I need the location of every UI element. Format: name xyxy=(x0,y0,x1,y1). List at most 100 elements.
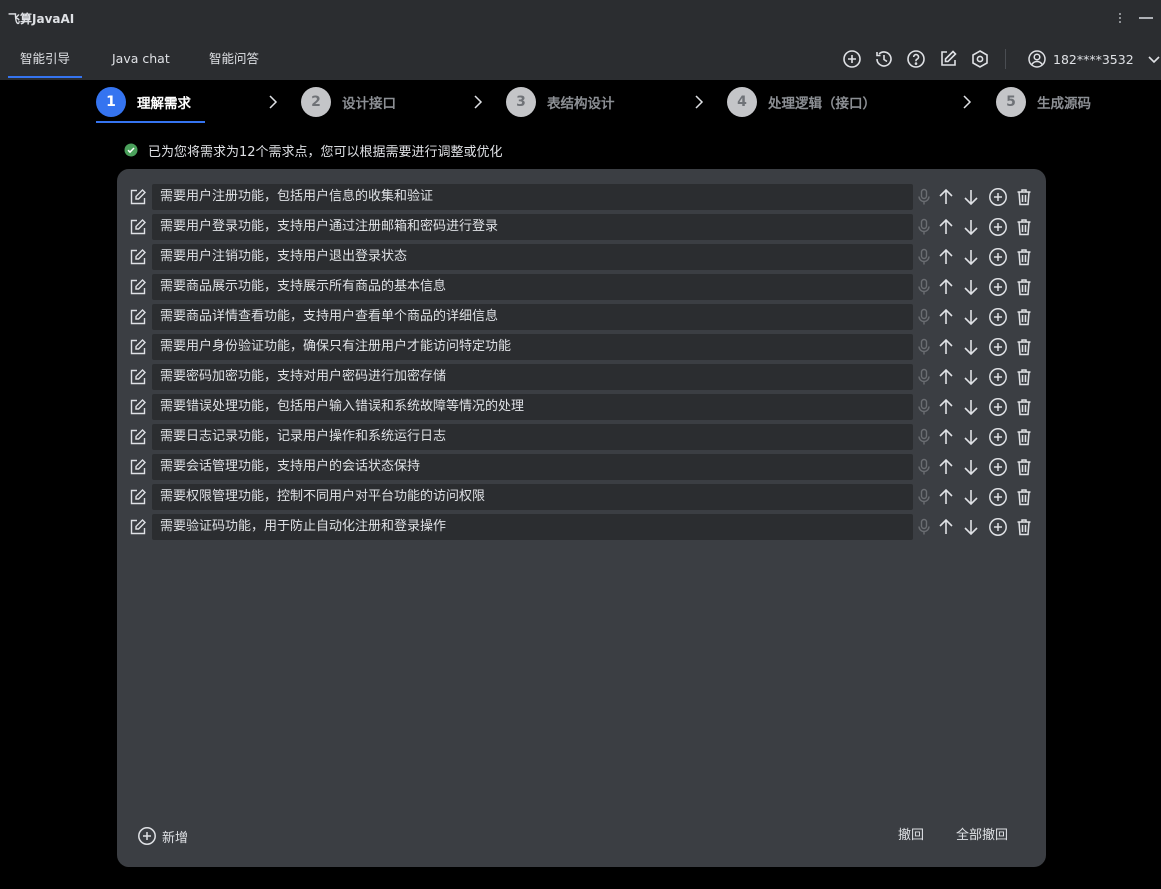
insert-row-icon[interactable] xyxy=(988,487,1008,507)
delete-icon[interactable] xyxy=(1014,187,1034,207)
delete-icon[interactable] xyxy=(1014,247,1034,267)
move-up-icon[interactable] xyxy=(936,457,956,477)
move-down-icon[interactable] xyxy=(961,367,981,387)
edit-icon[interactable] xyxy=(129,428,147,446)
microphone-icon[interactable] xyxy=(914,337,934,357)
move-up-icon[interactable] xyxy=(936,427,956,447)
history-icon[interactable] xyxy=(873,48,895,70)
delete-icon[interactable] xyxy=(1014,337,1034,357)
microphone-icon[interactable] xyxy=(914,277,934,297)
microphone-icon[interactable] xyxy=(914,457,934,477)
edit-icon[interactable] xyxy=(937,48,959,70)
tab-smart-guide[interactable]: 智能引导 xyxy=(7,38,83,80)
microphone-icon[interactable] xyxy=(914,187,934,207)
edit-icon[interactable] xyxy=(129,518,147,536)
edit-icon[interactable] xyxy=(129,278,147,296)
move-up-icon[interactable] xyxy=(936,217,956,237)
edit-icon[interactable] xyxy=(129,398,147,416)
requirement-text-field[interactable]: 需要用户登录功能，支持用户通过注册邮箱和密码进行登录 xyxy=(152,214,913,240)
microphone-icon[interactable] xyxy=(914,427,934,447)
move-down-icon[interactable] xyxy=(961,247,981,267)
delete-icon[interactable] xyxy=(1014,487,1034,507)
move-down-icon[interactable] xyxy=(961,457,981,477)
requirement-text-field[interactable]: 需要验证码功能，用于防止自动化注册和登录操作 xyxy=(152,514,913,540)
insert-row-icon[interactable] xyxy=(988,247,1008,267)
insert-row-icon[interactable] xyxy=(988,427,1008,447)
delete-icon[interactable] xyxy=(1014,517,1034,537)
microphone-icon[interactable] xyxy=(914,307,934,327)
undo-all-button[interactable]: 全部撤回 xyxy=(956,826,1008,846)
move-down-icon[interactable] xyxy=(961,217,981,237)
delete-icon[interactable] xyxy=(1014,397,1034,417)
move-up-icon[interactable] xyxy=(936,487,956,507)
requirement-text-field[interactable]: 需要用户注册功能，包括用户信息的收集和验证 xyxy=(152,184,913,210)
minimize-icon[interactable] xyxy=(1139,17,1153,19)
tab-smart-qa[interactable]: 智能问答 xyxy=(209,38,259,80)
microphone-icon[interactable] xyxy=(914,247,934,267)
insert-row-icon[interactable] xyxy=(988,277,1008,297)
requirement-text-field[interactable]: 需要商品展示功能，支持展示所有商品的基本信息 xyxy=(152,274,913,300)
requirement-text-field[interactable]: 需要错误处理功能，包括用户输入错误和系统故障等情况的处理 xyxy=(152,394,913,420)
edit-icon[interactable] xyxy=(129,338,147,356)
move-up-icon[interactable] xyxy=(936,517,956,537)
move-down-icon[interactable] xyxy=(961,427,981,447)
move-down-icon[interactable] xyxy=(961,397,981,417)
edit-icon[interactable] xyxy=(129,368,147,386)
requirement-text-field[interactable]: 需要用户身份验证功能，确保只有注册用户才能访问特定功能 xyxy=(152,334,913,360)
new-session-icon[interactable] xyxy=(841,48,863,70)
insert-row-icon[interactable] xyxy=(988,397,1008,417)
edit-icon[interactable] xyxy=(129,488,147,506)
add-requirement-button[interactable]: 新增 xyxy=(137,825,188,847)
insert-row-icon[interactable] xyxy=(988,517,1008,537)
move-down-icon[interactable] xyxy=(961,337,981,357)
insert-row-icon[interactable] xyxy=(988,457,1008,477)
move-down-icon[interactable] xyxy=(961,517,981,537)
edit-icon[interactable] xyxy=(129,458,147,476)
edit-icon[interactable] xyxy=(129,188,147,206)
step-processing-logic[interactable]: 4 处理逻辑（接口） xyxy=(727,86,876,118)
insert-row-icon[interactable] xyxy=(988,217,1008,237)
move-down-icon[interactable] xyxy=(961,487,981,507)
step-generate-source[interactable]: 5 生成源码 xyxy=(996,86,1091,118)
move-up-icon[interactable] xyxy=(936,247,956,267)
microphone-icon[interactable] xyxy=(914,487,934,507)
move-up-icon[interactable] xyxy=(936,277,956,297)
microphone-icon[interactable] xyxy=(914,367,934,387)
step-table-design[interactable]: 3 表结构设计 xyxy=(506,86,615,118)
insert-row-icon[interactable] xyxy=(988,307,1008,327)
step-understand-requirements[interactable]: 1 理解需求 xyxy=(96,86,191,118)
edit-icon[interactable] xyxy=(129,248,147,266)
requirement-text-field[interactable]: 需要用户注销功能，支持用户退出登录状态 xyxy=(152,244,913,270)
microphone-icon[interactable] xyxy=(914,517,934,537)
move-up-icon[interactable] xyxy=(936,367,956,387)
requirement-text-field[interactable]: 需要会话管理功能，支持用户的会话状态保持 xyxy=(152,454,913,480)
microphone-icon[interactable] xyxy=(914,397,934,417)
delete-icon[interactable] xyxy=(1014,427,1034,447)
requirement-text-field[interactable]: 需要密码加密功能，支持对用户密码进行加密存储 xyxy=(152,364,913,390)
step-design-interface[interactable]: 2 设计接口 xyxy=(301,86,396,118)
move-up-icon[interactable] xyxy=(936,397,956,417)
move-up-icon[interactable] xyxy=(936,307,956,327)
insert-row-icon[interactable] xyxy=(988,367,1008,387)
insert-row-icon[interactable] xyxy=(988,187,1008,207)
delete-icon[interactable] xyxy=(1014,277,1034,297)
delete-icon[interactable] xyxy=(1014,367,1034,387)
requirement-text-field[interactable]: 需要日志记录功能，记录用户操作和系统运行日志 xyxy=(152,424,913,450)
more-options-icon[interactable] xyxy=(1113,8,1127,28)
delete-icon[interactable] xyxy=(1014,457,1034,477)
edit-icon[interactable] xyxy=(129,308,147,326)
microphone-icon[interactable] xyxy=(914,217,934,237)
move-down-icon[interactable] xyxy=(961,307,981,327)
edit-icon[interactable] xyxy=(129,218,147,236)
requirement-text-field[interactable]: 需要商品详情查看功能，支持用户查看单个商品的详细信息 xyxy=(152,304,913,330)
move-up-icon[interactable] xyxy=(936,337,956,357)
move-up-icon[interactable] xyxy=(936,187,956,207)
help-icon[interactable] xyxy=(905,48,927,70)
undo-button[interactable]: 撤回 xyxy=(898,826,924,846)
insert-row-icon[interactable] xyxy=(988,337,1008,357)
user-menu[interactable]: 182****3532 xyxy=(1027,48,1161,70)
move-down-icon[interactable] xyxy=(961,277,981,297)
move-down-icon[interactable] xyxy=(961,187,981,207)
delete-icon[interactable] xyxy=(1014,307,1034,327)
requirement-text-field[interactable]: 需要权限管理功能，控制不同用户对平台功能的访问权限 xyxy=(152,484,913,510)
